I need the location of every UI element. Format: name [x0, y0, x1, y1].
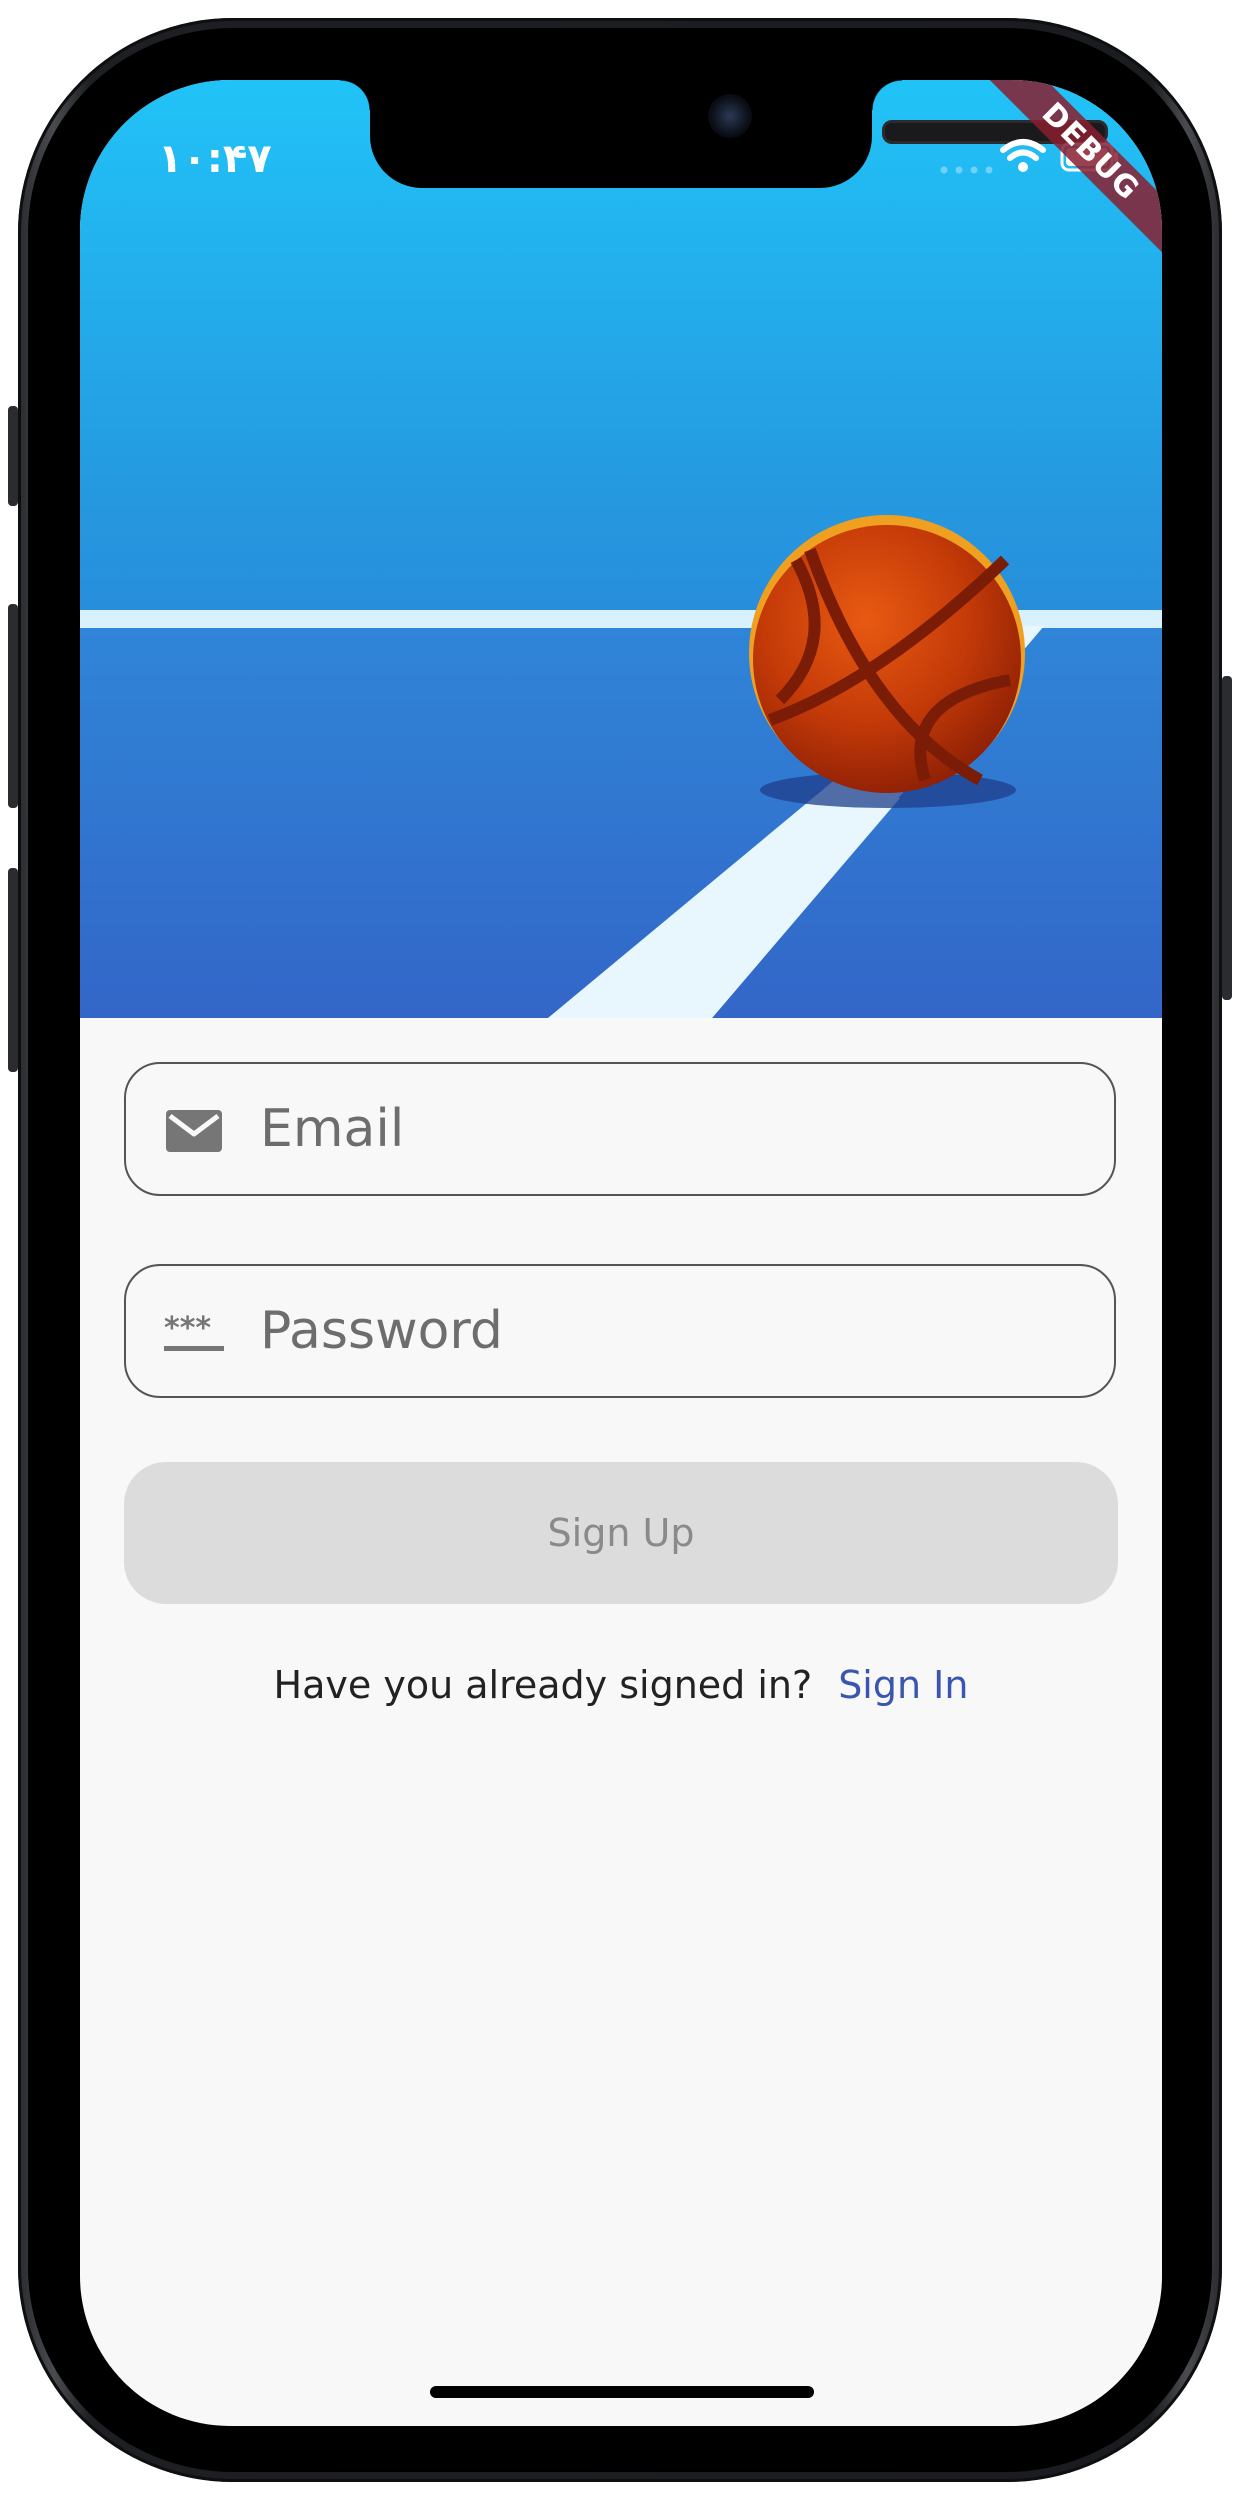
mail-icon	[166, 1110, 222, 1152]
email-field[interactable]	[124, 1062, 1116, 1196]
password-field[interactable]: ***	[124, 1264, 1116, 1398]
power-button	[1222, 676, 1232, 1000]
volume-up-button	[8, 604, 18, 808]
basketball-court-header	[80, 80, 1162, 1018]
court-illustration	[80, 515, 1162, 1018]
sign-up-button[interactable]: Sign Up	[124, 1462, 1118, 1604]
sign-in-prompt-row: Have you already signed in? Sign In	[80, 1660, 1162, 1710]
camera-notch	[340, 80, 1108, 188]
home-indicator[interactable]	[430, 2386, 814, 2398]
svg-text:***: ***	[164, 1311, 211, 1346]
password-icon: ***	[164, 1311, 224, 1351]
password-input[interactable]	[260, 1296, 1080, 1366]
cellular-signal-icon	[940, 166, 993, 174]
email-input[interactable]	[260, 1094, 1080, 1164]
basketball	[749, 515, 1025, 793]
sign-in-prompt-text: Have you already signed in?	[273, 1663, 813, 1707]
status-time: ۱۰:۴۷	[158, 136, 272, 182]
sign-in-link[interactable]: Sign In	[838, 1663, 968, 1707]
mute-switch	[8, 406, 18, 506]
app-screen: ۱۰:۴۷ DEBUG *** Sign Up Have you already…	[80, 80, 1162, 2426]
volume-down-button	[8, 868, 18, 1072]
front-camera	[708, 94, 752, 138]
wifi-icon	[1000, 139, 1046, 172]
